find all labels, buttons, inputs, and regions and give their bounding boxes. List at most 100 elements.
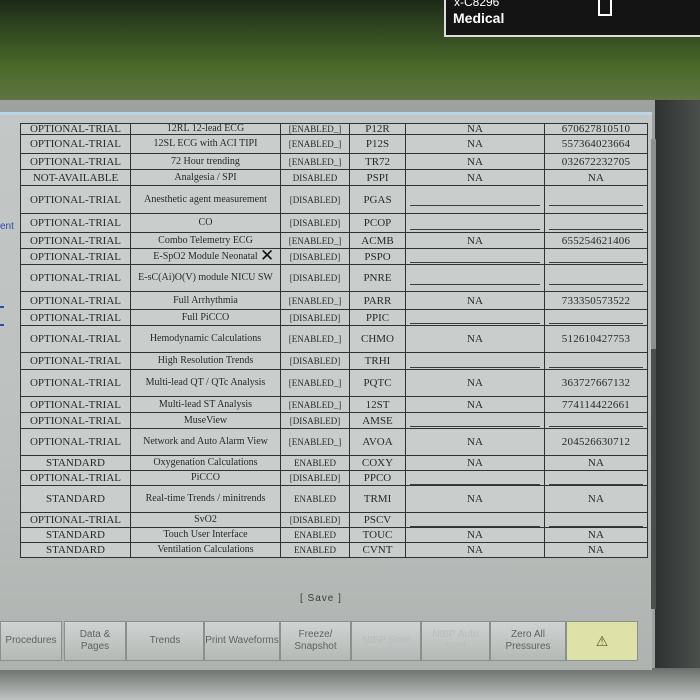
table-row[interactable]: OPTIONAL-TRIAL Combo Telemetry ECG [ENABLE… <box>20 232 648 249</box>
status-cell[interactable]: [DISABLED] <box>280 185 350 214</box>
feature-name-cell: Oxygenation Calculations <box>130 455 281 471</box>
na-cell: NA <box>405 428 545 456</box>
table-row[interactable]: OPTIONAL-TRIAL SvO2 [DISABLED] PSCV <box>20 512 648 528</box>
toolbar-button-trends[interactable]: Trends <box>126 621 204 661</box>
status-cell[interactable]: [ENABLED_] <box>280 153 350 170</box>
license-cell: OPTIONAL-TRIAL <box>20 396 131 413</box>
table-row[interactable]: OPTIONAL-TRIAL 12SL ECG with ACI TIPI [ENA… <box>20 134 648 154</box>
status-cell[interactable]: [ENABLED_] <box>280 325 350 353</box>
table-row[interactable]: OPTIONAL-TRIAL Multi-lead ST Analysis [ENA… <box>20 396 648 413</box>
empty-field-line <box>410 205 540 206</box>
table-row[interactable]: OPTIONAL-TRIAL Anesthetic agent measureme… <box>20 185 648 214</box>
table-row[interactable]: OPTIONAL-TRIAL E-sC(Ai)O(V) module NICU S… <box>20 264 648 292</box>
key-cell: 774114422661 <box>544 396 648 413</box>
code-cell: 12ST <box>349 396 406 413</box>
save-button[interactable]: [ Save ] <box>300 593 342 604</box>
feature-name-cell: MuseView <box>130 412 281 429</box>
feature-name-cell: SvO2 <box>130 512 281 528</box>
status-cell[interactable]: [ENABLED_] <box>280 134 350 154</box>
key-cell: 032672232705 <box>544 153 648 170</box>
toolbar-button-data-pages[interactable]: Data & Pages <box>64 621 126 661</box>
table-row[interactable]: OPTIONAL-TRIAL Multi-lead QT / QTc Analys… <box>20 369 648 397</box>
table-row[interactable]: OPTIONAL-TRIAL 12RL 12-lead ECG [ENABLED_]… <box>20 123 648 135</box>
key-cell <box>544 352 648 370</box>
license-cell: OPTIONAL-TRIAL <box>20 248 131 265</box>
code-cell: TRMI <box>349 485 406 513</box>
key-cell: 512610427753 <box>544 325 648 353</box>
key-cell: NA <box>544 455 648 471</box>
code-cell: TR72 <box>349 153 406 170</box>
status-cell[interactable]: ENABLED <box>280 527 350 543</box>
scrollbar-thumb[interactable] <box>651 349 656 609</box>
toolbar-button-label: Zero All Pressures <box>505 629 551 652</box>
toolbar-button-freeze-snapshot[interactable]: Freeze/ Snapshot <box>280 621 351 661</box>
close-icon[interactable]: ✕ <box>260 248 274 265</box>
toolbar-button-zero-all-pressures[interactable]: Zero All Pressures <box>490 621 566 661</box>
status-cell[interactable]: [DISABLED] <box>280 512 350 528</box>
status-cell[interactable]: [ENABLED_] <box>280 369 350 397</box>
toolbar-button-nibp-auto-start[interactable]: NIBP Auto Start <box>421 621 490 661</box>
status-cell[interactable]: [DISABLED] <box>280 264 350 292</box>
toolbar-button-label: NIBP Start <box>362 635 410 646</box>
table-row[interactable]: OPTIONAL-TRIAL Hemodynamic Calculations [E… <box>20 325 648 353</box>
table-row[interactable]: NOT-AVAILABLE Analgesia / SPI DISABLED PSPI… <box>20 169 648 186</box>
status-cell[interactable]: ENABLED <box>280 485 350 513</box>
status-cell[interactable]: ENABLED <box>280 455 350 471</box>
table-row[interactable]: OPTIONAL-TRIAL 72 Hour trending [ENABLED_]… <box>20 153 648 170</box>
na-cell <box>405 470 545 486</box>
side-menu-hint[interactable]: ent <box>0 221 14 232</box>
status-cell[interactable]: [ENABLED_] <box>280 428 350 456</box>
license-cell: OPTIONAL-TRIAL <box>20 412 131 429</box>
status-cell[interactable]: [DISABLED] <box>280 470 350 486</box>
empty-field-line <box>410 366 540 368</box>
key-cell <box>544 470 648 486</box>
code-cell: P12S <box>349 134 406 154</box>
na-cell <box>405 512 545 528</box>
na-cell <box>405 309 545 326</box>
empty-field-line <box>549 205 643 206</box>
alarm-button[interactable]: ⚠ <box>566 621 638 661</box>
table-row[interactable]: OPTIONAL-TRIAL Full Arrhythmia [ENABLED_] P… <box>20 291 648 310</box>
key-cell <box>544 309 648 326</box>
toolbar-button-print-waveforms[interactable]: Print Waveforms <box>204 621 280 661</box>
code-cell: TOUC <box>349 527 406 543</box>
code-cell: COXY <box>349 455 406 471</box>
feature-name-cell: Full Arrhythmia <box>130 291 281 310</box>
table-row[interactable]: OPTIONAL-TRIAL Network and Auto Alarm Vie… <box>20 428 648 456</box>
table-row[interactable]: STANDARD Oxygenation Calculations ENABLED C… <box>20 455 648 471</box>
status-cell[interactable]: [ENABLED_] <box>280 232 350 249</box>
code-cell: PSCV <box>349 512 406 528</box>
key-cell <box>544 185 648 214</box>
toolbar-button-nibp-start[interactable]: NIBP Start <box>351 621 421 661</box>
feature-name-cell: 12SL ECG with ACI TIPI <box>130 134 281 154</box>
table-row[interactable]: OPTIONAL-TRIAL E-SpO2 Module Neonatal [DIS… <box>20 248 648 265</box>
na-cell: NA <box>405 123 545 135</box>
status-cell[interactable]: [DISABLED] <box>280 309 350 326</box>
table-row[interactable]: OPTIONAL-TRIAL Full PiCCO [DISABLED] PPIC <box>20 309 648 326</box>
status-cell[interactable]: [ENABLED_] <box>280 396 350 413</box>
features-table: OPTIONAL-TRIAL 12RL 12-lead ECG [ENABLED_]… <box>20 123 648 558</box>
table-scrollbar[interactable] <box>651 139 656 609</box>
status-cell[interactable]: DISABLED <box>280 169 350 186</box>
status-cell[interactable]: [ENABLED_] <box>280 291 350 310</box>
feature-name-cell: Hemodynamic Calculations <box>130 325 281 353</box>
status-cell[interactable]: ENABLED <box>280 542 350 558</box>
code-cell: AVOA <box>349 428 406 456</box>
empty-field-line <box>549 323 643 324</box>
status-cell[interactable]: [DISABLED] <box>280 412 350 429</box>
table-row[interactable]: OPTIONAL-TRIAL MuseView [DISABLED] AMSE <box>20 412 648 429</box>
status-cell[interactable]: [DISABLED] <box>280 213 350 233</box>
empty-field-line <box>549 483 643 485</box>
status-cell[interactable]: [DISABLED] <box>280 248 350 265</box>
status-cell[interactable]: [ENABLED_] <box>280 123 350 135</box>
table-row[interactable]: STANDARD Ventilation Calculations ENABLED C… <box>20 542 648 558</box>
table-row[interactable]: OPTIONAL-TRIAL CO [DISABLED] PCOP <box>20 213 648 233</box>
toolbar-button-procedures[interactable]: Procedures <box>0 621 62 661</box>
toolbar-button-label: Procedures <box>5 635 57 646</box>
na-cell: NA <box>405 542 545 558</box>
status-cell[interactable]: [DISABLED] <box>280 352 350 370</box>
table-row[interactable]: STANDARD Touch User Interface ENABLED TOUC N… <box>20 527 648 543</box>
table-row[interactable]: OPTIONAL-TRIAL High Resolution Trends [DIS… <box>20 352 648 370</box>
table-row[interactable]: STANDARD Real-time Trends / minitrends ENA… <box>20 485 648 513</box>
table-row[interactable]: OPTIONAL-TRIAL PiCCO [DISABLED] PPCO <box>20 470 648 486</box>
